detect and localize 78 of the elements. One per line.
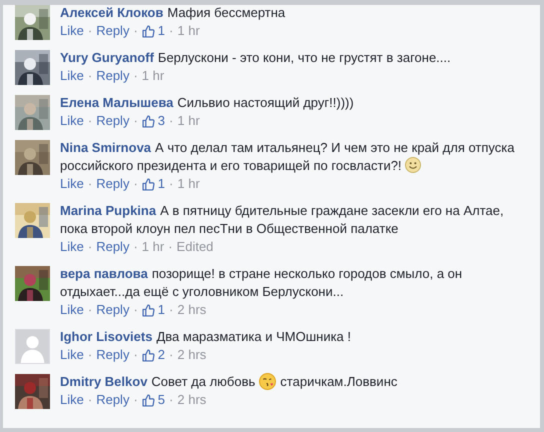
author-name[interactable]: Dmitry Belkov — [60, 374, 148, 389]
separator-dot: · — [133, 22, 138, 40]
author-name[interactable]: вера павлова — [60, 266, 148, 281]
comment-action-link[interactable]: Reply — [96, 301, 130, 319]
separator-dot: · — [88, 238, 92, 256]
separator-dot: · — [169, 22, 174, 40]
author-name[interactable]: Алексей Клоков — [60, 5, 164, 20]
comment-text: Marina Pupkina А в пятницу бдительные граждане засекли его на Алтае, пока второй клоун пел песТни в Общественной палатке — [60, 202, 505, 238]
separator-dot: · — [169, 346, 174, 364]
comment-action-link[interactable]: Reply — [96, 67, 130, 85]
separator-dot: · — [88, 112, 92, 130]
thumbs-up-icon — [142, 24, 155, 38]
thumbs-up-icon — [142, 348, 155, 362]
timestamp: 2 hrs — [177, 346, 206, 364]
separator-dot: · — [169, 112, 174, 130]
comment-action-link[interactable]: Like — [60, 67, 84, 85]
separator-dot: · — [133, 67, 138, 85]
comment-action-link[interactable]: Like — [60, 175, 84, 193]
thumbs-up-icon — [142, 178, 155, 190]
comment-action-link[interactable]: Reply — [96, 22, 130, 40]
comment-text: Алексей Клоков Мафия бессмертна — [60, 5, 286, 22]
timestamp: Edited — [176, 238, 214, 256]
author-name[interactable]: Marina Pupkina — [60, 203, 156, 218]
comment-action-link[interactable]: Reply — [96, 112, 130, 130]
comment-action-link[interactable]: Reply — [96, 238, 130, 256]
timestamp: 2 hrs — [177, 301, 206, 319]
comment-action-link[interactable]: Reply — [96, 391, 130, 409]
like-count[interactable]: 3 — [158, 112, 166, 130]
like-count[interactable]: 2 — [158, 346, 166, 364]
timestamp: 1 hr — [177, 22, 200, 40]
smiley-icon — [404, 157, 421, 173]
comment-action-link[interactable]: Reply — [96, 175, 130, 193]
separator-dot: · — [169, 391, 174, 409]
comment-text: Nina Smirnova А что делал там итальянец? И чем это не край для отпуска российского президента и его товарищей по госвласти?! — [60, 139, 516, 175]
separator-dot: · — [133, 301, 138, 319]
comment-action-link[interactable]: Like — [60, 346, 84, 364]
author-name[interactable]: Елена Малышева — [60, 95, 174, 110]
separator-dot: · — [133, 175, 138, 193]
comment-action-link[interactable]: Like — [60, 301, 84, 319]
separator-dot: · — [88, 22, 92, 40]
like-count[interactable]: 1 — [158, 301, 166, 319]
separator-dot: · — [169, 175, 174, 193]
separator-dot: · — [169, 301, 174, 319]
like-count[interactable]: 5 — [158, 391, 166, 409]
separator-dot: · — [88, 391, 92, 409]
like-count[interactable]: 1 — [158, 22, 166, 40]
thumbs-up-icon — [142, 394, 155, 406]
comment-action-link[interactable]: Like — [60, 112, 84, 130]
comment-text: Ighor Lisoviets Два маразматика и ЧМОшника ! — [60, 328, 352, 346]
timestamp: 1 hr — [177, 112, 200, 130]
separator-dot: · — [133, 238, 138, 256]
thumbs-up-icon — [142, 304, 155, 316]
comment-text: вера павлова позорище! в стране несколько городов смыло, а он отдыхает...да ещё с уголовником Берлускони... — [60, 265, 464, 301]
like-count[interactable]: 1 — [158, 175, 166, 193]
separator-dot: · — [88, 67, 92, 85]
separator-dot: · — [133, 346, 138, 364]
comment-action-link[interactable]: Like — [60, 238, 84, 256]
kiss-emoji-icon — [259, 373, 276, 390]
comment-action-link[interactable]: Like — [60, 22, 84, 40]
separator-dot: · — [168, 238, 173, 256]
author-name[interactable]: Ighor Lisoviets — [60, 329, 152, 344]
timestamp: 1 hr — [142, 67, 164, 85]
comment-text: Dmitry Belkov Совет да любовь старичкам.Ловвинс — [60, 373, 398, 391]
comment-text: Yury Guryanoff Берлускони - это кони, что не грустят в загоне.... — [60, 49, 451, 67]
separator-dot: · — [133, 112, 138, 130]
comment-action-link[interactable]: Like — [60, 391, 84, 409]
author-name[interactable]: Yury Guryanoff — [60, 50, 154, 65]
separator-dot: · — [88, 301, 92, 319]
separator-dot: · — [133, 391, 138, 409]
separator-dot: · — [88, 175, 92, 193]
timestamp: 1 hr — [142, 238, 164, 256]
separator-dot: · — [88, 346, 92, 364]
author-name[interactable]: Nina Smirnova — [60, 140, 152, 155]
timestamp: 2 hrs — [177, 391, 206, 409]
timestamp: 1 hr — [177, 175, 200, 193]
thumbs-up-icon — [142, 114, 155, 128]
comment-action-link[interactable]: Reply — [96, 346, 130, 364]
comment-text: Елена Малышева Сильвио настоящий друг!!)))) — [60, 94, 354, 112]
